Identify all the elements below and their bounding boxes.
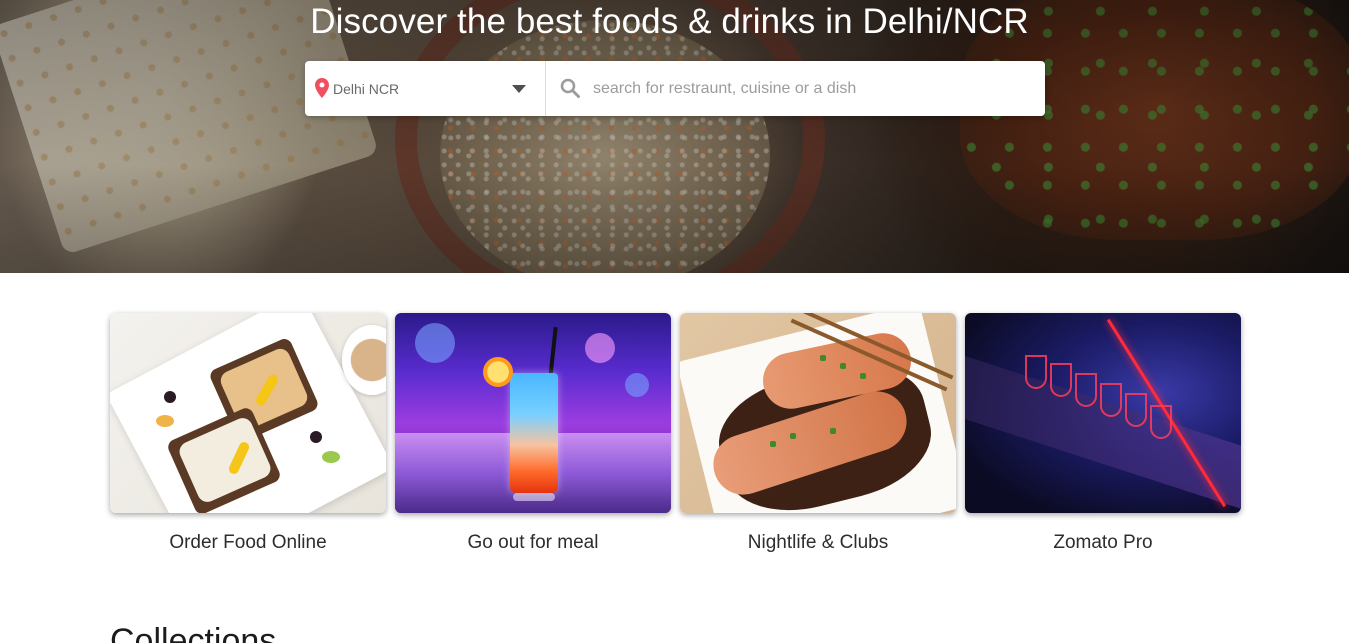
glass-base-shape: [513, 493, 555, 501]
salmon-dish-image[interactable]: [680, 313, 956, 513]
collections-heading: Collections: [110, 622, 277, 643]
wine-glass-shape: [1050, 363, 1072, 397]
wine-glass-shape: [1075, 373, 1097, 407]
chevron-down-icon[interactable]: [512, 85, 526, 94]
herb-shape: [830, 428, 836, 434]
fruit-shape: [156, 415, 174, 427]
search-icon: [560, 78, 580, 98]
card-label-zomato-pro[interactable]: Zomato Pro: [965, 532, 1241, 554]
lemon-slice-shape: [483, 357, 513, 387]
fruit-shape: [322, 451, 340, 463]
category-cards: Order Food Online Go out for meal Nightl…: [110, 313, 1241, 563]
card-nightlife-clubs[interactable]: Nightlife & Clubs: [680, 313, 956, 554]
bokeh-light: [585, 333, 615, 363]
berry-shape: [310, 431, 322, 443]
cocktail-glass-shape: [510, 373, 558, 493]
location-value: Delhi NCR: [333, 81, 400, 97]
bokeh-light: [415, 323, 455, 363]
wine-glass-shape: [1100, 383, 1122, 417]
hero-title: Discover the best foods & drinks in Delh…: [310, 2, 1029, 41]
search-field[interactable]: [546, 61, 1045, 116]
herb-shape: [790, 433, 796, 439]
herb-shape: [770, 441, 776, 447]
location-dropdown[interactable]: Delhi NCR: [305, 61, 546, 116]
herb-shape: [840, 363, 846, 369]
glass-rack-shape: [965, 355, 1241, 511]
wine-glass-shape: [1025, 355, 1047, 389]
bar-glasses-image[interactable]: [965, 313, 1241, 513]
wine-glass-shape: [1125, 393, 1147, 427]
card-label-go-out-for-meal[interactable]: Go out for meal: [395, 532, 671, 554]
wine-glass-shape: [1150, 405, 1172, 439]
bokeh-light: [625, 373, 649, 397]
card-label-order-food-online[interactable]: Order Food Online: [110, 532, 386, 554]
card-order-food-online[interactable]: Order Food Online: [110, 313, 386, 554]
card-zomato-pro[interactable]: Zomato Pro: [965, 313, 1241, 554]
hero-banner: Discover the best foods & drinks in Delh…: [0, 0, 1349, 273]
herb-shape: [860, 373, 866, 379]
card-go-out-for-meal[interactable]: Go out for meal: [395, 313, 671, 554]
search-input[interactable]: [593, 73, 1033, 105]
berry-shape: [164, 391, 176, 403]
search-bar: Delhi NCR: [305, 61, 1045, 116]
location-pin-icon: [315, 78, 329, 98]
card-label-nightlife-clubs[interactable]: Nightlife & Clubs: [680, 532, 956, 554]
food-platter-image[interactable]: [110, 313, 386, 513]
herb-shape: [820, 355, 826, 361]
cocktail-image[interactable]: [395, 313, 671, 513]
